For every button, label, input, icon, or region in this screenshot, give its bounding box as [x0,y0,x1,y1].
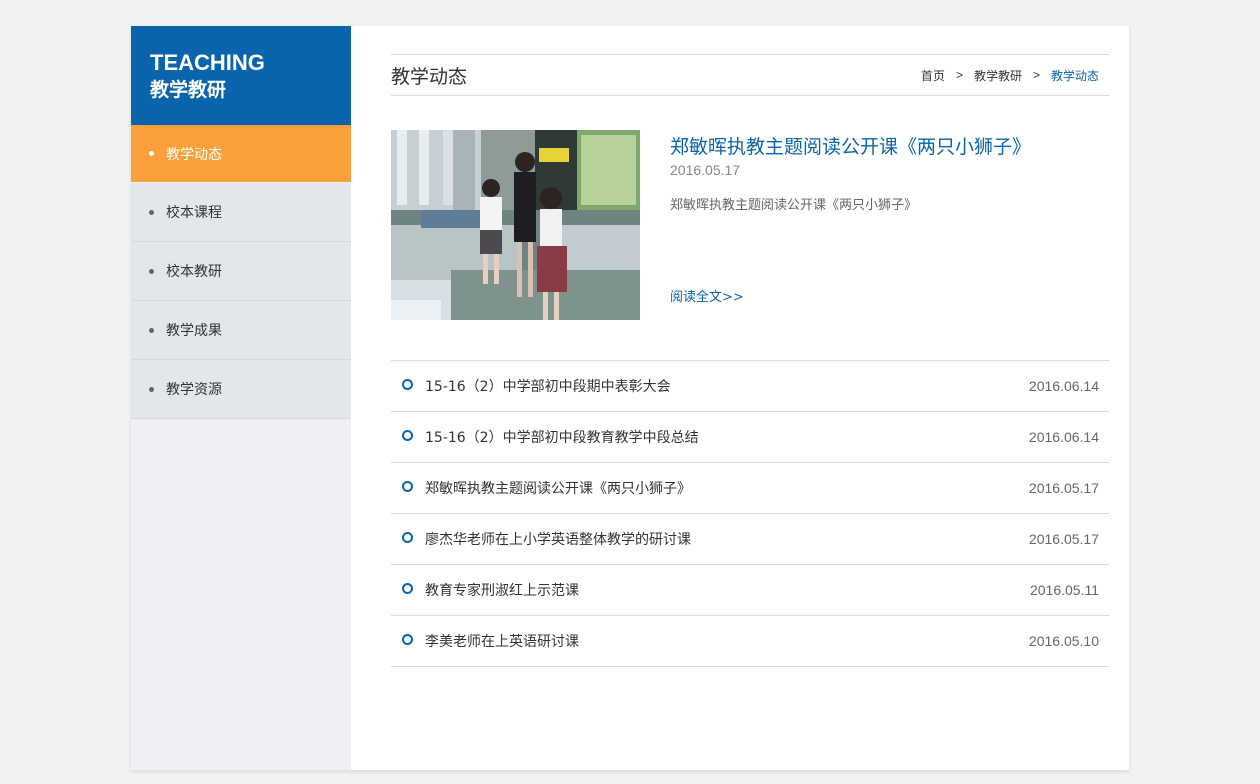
list-item-left: 教育专家刑淑红上示范课 [391,580,579,600]
bullet-icon [149,327,154,333]
news-date: 2016.05.17 [1028,531,1099,547]
list-item[interactable]: 教育专家刑淑红上示范课 2016.05.11 [391,565,1109,616]
news-list: 15-16（2）中学部初中段期中表彰大会 2016.06.14 15-16（2）… [391,360,1109,667]
list-item[interactable]: 15-16（2）中学部初中段教育教学中段总结 2016.06.14 [391,412,1109,463]
list-item[interactable]: 李美老师在上英语研讨课 2016.05.10 [391,616,1109,667]
sidebar-item-label: 校本课程 [166,205,222,221]
sidebar-title-cn: 教学教研 [150,79,227,101]
title-bar: 教学动态 首页 > 教学教研 > 教学动态 [391,54,1109,96]
circle-bullet-icon [402,582,413,594]
bullet-icon [149,151,154,156]
sidebar-item-teaching-news[interactable]: 教学动态 [131,125,351,183]
circle-bullet-icon [402,429,413,441]
breadcrumb: 首页 > 教学教研 > 教学动态 [921,67,1109,84]
page-title: 教学动态 [391,65,468,88]
breadcrumb-section-link[interactable]: 教学教研 [974,67,1022,84]
sidebar-item-school-research[interactable]: 校本教研 [131,242,351,301]
bullet-icon [149,386,154,392]
bullet-icon [149,268,154,274]
list-item-left: 郑敏晖执教主题阅读公开课《两只小狮子》 [391,478,691,498]
circle-bullet-icon [402,633,413,645]
featured-text: 郑敏晖执教主题阅读公开课《两只小狮子》 2016.05.17 郑敏晖执教主题阅读… [670,130,1109,320]
breadcrumb-separator: > [1032,68,1040,82]
news-title[interactable]: 15-16（2）中学部初中段期中表彰大会 [425,376,671,396]
sidebar-item-label: 校本教研 [166,264,222,280]
sidebar-item-label: 教学动态 [166,146,222,163]
list-item[interactable]: 廖杰华老师在上小学英语整体教学的研讨课 2016.05.17 [391,514,1109,565]
sidebar-title-en: TEACHING [150,50,265,75]
sidebar-item-teaching-resources[interactable]: 教学资源 [131,360,351,419]
news-title[interactable]: 教育专家刑淑红上示范课 [425,580,579,600]
list-item[interactable]: 15-16（2）中学部初中段期中表彰大会 2016.06.14 [391,361,1109,412]
featured-article: 郑敏晖执教主题阅读公开课《两只小狮子》 2016.05.17 郑敏晖执教主题阅读… [391,130,1109,360]
sidebar-item-school-courses[interactable]: 校本课程 [131,183,351,242]
news-date: 2016.05.11 [1029,582,1099,598]
news-date: 2016.06.14 [1028,378,1099,394]
featured-date: 2016.05.17 [670,162,741,178]
sidebar-item-label: 教学资源 [166,382,222,398]
featured-photo[interactable] [391,130,640,320]
breadcrumb-home-link[interactable]: 首页 [921,67,945,84]
news-title[interactable]: 15-16（2）中学部初中段教育教学中段总结 [425,427,699,447]
featured-summary: 郑敏晖执教主题阅读公开课《两只小狮子》 [670,198,918,213]
sidebar-header: TEACHING 教学教研 [131,26,351,125]
list-item-left: 李美老师在上英语研讨课 [391,631,579,651]
list-item-left: 廖杰华老师在上小学英语整体教学的研讨课 [391,529,691,549]
news-title[interactable]: 李美老师在上英语研讨课 [425,631,579,651]
news-date: 2016.06.14 [1028,429,1099,445]
circle-bullet-icon [402,531,413,543]
news-date: 2016.05.10 [1028,633,1099,649]
page-frame: TEACHING 教学教研 教学动态 校本课程 校本教研 教学成果 教学资源 教… [131,26,1129,770]
sidebar-item-label: 教学成果 [166,323,222,339]
list-item-left: 15-16（2）中学部初中段期中表彰大会 [391,376,671,396]
news-title[interactable]: 郑敏晖执教主题阅读公开课《两只小狮子》 [425,478,691,498]
news-title[interactable]: 廖杰华老师在上小学英语整体教学的研讨课 [425,529,691,549]
main-content: 教学动态 首页 > 教学教研 > 教学动态 郑敏晖执教主题阅读公开课《两只小狮子… [391,54,1109,667]
bullet-icon [149,209,154,215]
list-item[interactable]: 郑敏晖执教主题阅读公开课《两只小狮子》 2016.05.17 [391,463,1109,514]
news-date: 2016.05.17 [1028,480,1099,496]
featured-title-link[interactable]: 郑敏晖执教主题阅读公开课《两只小狮子》 [670,132,1109,159]
read-more-link[interactable]: 阅读全文>> [670,286,744,305]
breadcrumb-current: 教学动态 [1050,68,1099,83]
circle-bullet-icon [402,378,413,390]
sidebar-item-teaching-results[interactable]: 教学成果 [131,301,351,360]
breadcrumb-separator: > [955,68,963,82]
circle-bullet-icon [402,480,413,492]
sidebar: TEACHING 教学教研 教学动态 校本课程 校本教研 教学成果 教学资源 [131,26,351,770]
list-item-left: 15-16（2）中学部初中段教育教学中段总结 [391,427,699,447]
